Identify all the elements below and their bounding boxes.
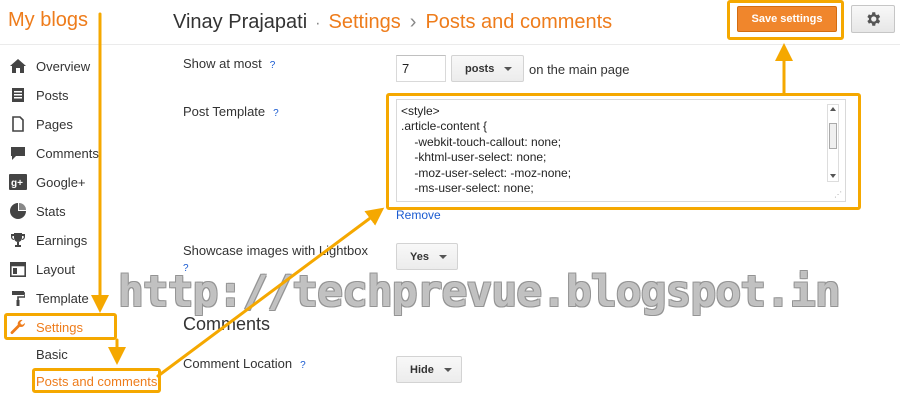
sidebar-subitem-posts-and-comments[interactable]: Posts and comments <box>36 374 157 389</box>
sidebar-item-posts[interactable]: Posts <box>8 84 69 106</box>
home-icon <box>8 58 28 74</box>
sidebar-item-comments[interactable]: Comments <box>8 142 99 164</box>
sidebar-item-earnings[interactable]: Earnings <box>8 229 87 251</box>
show-at-most-row-label: Show at most? <box>183 56 275 71</box>
sidebar-item-label: Settings <box>36 319 83 335</box>
breadcrumb-separator: › <box>409 11 417 33</box>
sidebar-item-layout[interactable]: Layout <box>8 258 75 280</box>
chevron-down-icon <box>438 254 447 259</box>
remove-template-link[interactable]: Remove <box>396 208 441 222</box>
chevron-down-icon <box>504 66 513 71</box>
google-plus-icon: g+ <box>8 174 28 190</box>
sidebar-item-google-plus[interactable]: g+ Google+ <box>8 171 86 193</box>
sidebar-item-label: Template <box>36 290 89 306</box>
breadcrumb: Vinay Prajapati · Settings › Posts and comme… <box>173 11 612 34</box>
dropdown-value: posts <box>465 62 495 75</box>
brand-my-blogs[interactable]: My blogs <box>8 9 88 32</box>
breadcrumb-posts-and-comments: Posts and comments <box>425 11 613 33</box>
sidebar-item-overview[interactable]: Overview <box>8 55 90 77</box>
save-settings-button[interactable]: Save settings <box>737 6 837 32</box>
comments-section-title: Comments <box>183 314 271 334</box>
textarea-scrollbar[interactable] <box>827 104 839 182</box>
sidebar-subitem-basic[interactable]: Basic <box>36 347 68 362</box>
on-main-page-text: on the main page <box>529 62 630 77</box>
sidebar-item-template[interactable]: Template <box>8 287 89 309</box>
template-line: -khtml-user-select: none; <box>401 150 547 165</box>
paint-roller-icon <box>8 290 28 306</box>
sidebar-item-label: Stats <box>36 203 66 219</box>
help-icon[interactable]: ? <box>300 360 306 371</box>
wrench-icon <box>8 319 28 335</box>
template-line: -webkit-touch-callout: none; <box>401 134 562 149</box>
dropdown-value: Hide <box>410 363 434 376</box>
sidebar-item-label: Comments <box>36 145 99 161</box>
sidebar-item-stats[interactable]: Stats <box>8 200 66 222</box>
show-at-most-label: Show at most <box>183 56 262 71</box>
lightbox-label: Showcase images with Lightbox <box>183 243 368 258</box>
posts-icon <box>8 87 28 103</box>
dropdown-value: Yes <box>410 250 429 263</box>
breadcrumb-dot: · <box>315 15 321 32</box>
scroll-up-arrow-icon[interactable] <box>830 107 836 111</box>
gear-icon <box>867 12 881 26</box>
post-template-label: Post Template <box>183 104 266 119</box>
template-line: <style> <box>401 104 440 118</box>
sidebar-item-label: Layout <box>36 261 76 277</box>
layout-icon <box>8 261 28 277</box>
lightbox-row-label: Showcase images with Lightbox <box>183 243 368 258</box>
sidebar-item-label: Google+ <box>36 174 86 190</box>
sidebar-item-label: Earnings <box>36 232 88 248</box>
breadcrumb-settings[interactable]: Settings <box>329 11 401 33</box>
post-template-row-label: Post Template? <box>183 104 279 119</box>
chevron-down-icon <box>443 367 452 372</box>
lightbox-dropdown[interactable]: Yes <box>396 243 458 270</box>
help-icon[interactable]: ? <box>273 108 279 119</box>
comment-location-row-label: Comment Location? <box>183 356 306 371</box>
sidebar-item-label: Overview <box>36 58 91 74</box>
posts-count-input[interactable] <box>396 55 446 82</box>
comment-location-label: Comment Location <box>183 356 293 371</box>
header-divider <box>0 44 900 45</box>
watermark-text: http://techprevue.blogspot.in <box>118 267 841 317</box>
settings-gear-button[interactable] <box>851 5 895 33</box>
scroll-down-arrow-icon[interactable] <box>830 174 836 178</box>
trophy-icon <box>8 232 28 248</box>
comment-icon <box>8 145 28 161</box>
comment-location-dropdown[interactable]: Hide <box>396 356 462 383</box>
template-line: -moz-user-select: -moz-none; <box>401 165 572 180</box>
sidebar-item-label: Pages <box>36 116 73 132</box>
sidebar-item-label: Posts <box>36 87 69 103</box>
svg-text:g+: g+ <box>11 178 23 189</box>
posts-unit-dropdown[interactable]: posts <box>451 55 524 82</box>
template-code: <style> .article-content { -webkit-touch… <box>397 100 845 196</box>
template-line: -ms-user-select: none; <box>401 181 534 196</box>
template-line: .article-content { <box>401 119 488 134</box>
stats-icon <box>8 203 28 219</box>
post-template-textarea[interactable]: <style> .article-content { -webkit-touch… <box>396 99 846 202</box>
pages-icon <box>8 116 28 132</box>
resize-grip-icon[interactable]: ⋰ <box>834 190 842 199</box>
sidebar-item-pages[interactable]: Pages <box>8 113 73 135</box>
sidebar-item-settings[interactable]: Settings <box>8 316 83 338</box>
blog-owner-name: Vinay Prajapati <box>173 11 308 33</box>
scroll-thumb[interactable] <box>829 123 837 149</box>
help-icon[interactable]: ? <box>270 60 276 71</box>
